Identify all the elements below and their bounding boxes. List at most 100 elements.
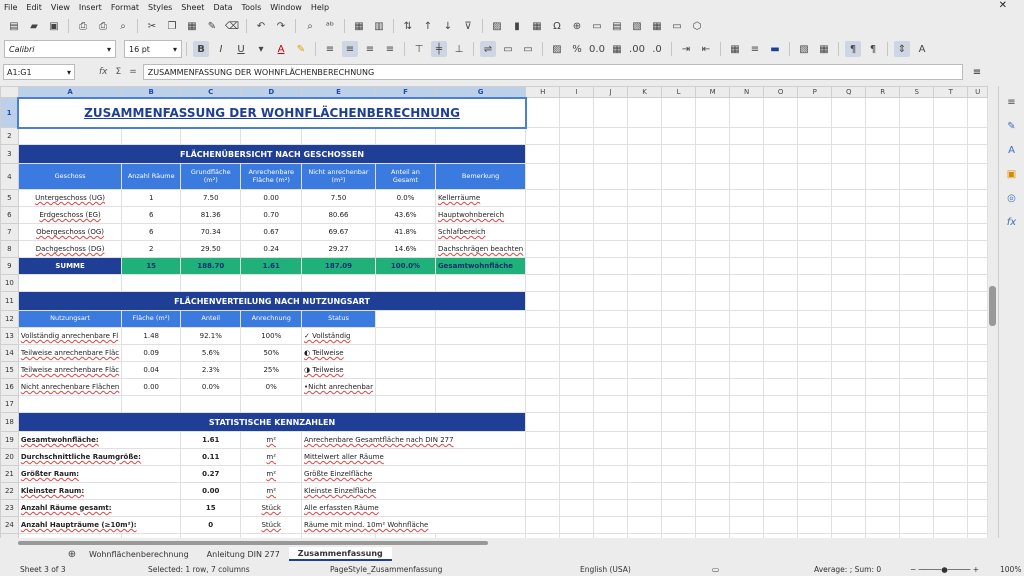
empty-cell[interactable] bbox=[240, 274, 303, 292]
empty-cell[interactable] bbox=[933, 127, 969, 145]
col-header-r[interactable]: R bbox=[865, 86, 901, 98]
empty-cell[interactable] bbox=[797, 378, 833, 396]
decrease-indent-icon[interactable]: ⇤ bbox=[698, 41, 714, 57]
data-cell[interactable]: 43.6% bbox=[374, 206, 436, 224]
col-header-n[interactable]: N bbox=[729, 86, 765, 98]
empty-cell[interactable] bbox=[434, 533, 527, 538]
row-header[interactable]: 24 bbox=[0, 516, 19, 534]
col-header-c[interactable]: C bbox=[180, 86, 242, 98]
empty-cell[interactable] bbox=[831, 344, 867, 362]
empty-cell[interactable] bbox=[729, 448, 765, 466]
empty-cell[interactable] bbox=[240, 395, 303, 413]
empty-cell[interactable] bbox=[661, 274, 697, 292]
empty-cell[interactable] bbox=[831, 223, 867, 241]
empty-cell[interactable] bbox=[559, 344, 595, 362]
empty-cell[interactable] bbox=[661, 144, 697, 164]
section-header-floors[interactable]: FLÄCHENÜBERSICHT NACH GESCHOSSEN bbox=[17, 144, 527, 164]
empty-cell[interactable] bbox=[797, 274, 833, 292]
currency-icon[interactable]: ▨ bbox=[549, 41, 565, 57]
data-cell[interactable]: Teilweise anrechenbare Fläc bbox=[17, 361, 123, 379]
empty-cell[interactable] bbox=[797, 144, 833, 164]
menu-window[interactable]: Window bbox=[270, 3, 302, 12]
empty-cell[interactable] bbox=[695, 482, 731, 500]
row-header[interactable]: 23 bbox=[0, 499, 19, 517]
empty-cell[interactable] bbox=[729, 206, 765, 224]
chart-icon[interactable]: ▮ bbox=[509, 18, 525, 34]
empty-cell[interactable] bbox=[763, 465, 799, 483]
save-icon[interactable]: ▣ bbox=[46, 18, 62, 34]
empty-cell[interactable] bbox=[831, 240, 867, 258]
empty-cell[interactable] bbox=[831, 97, 867, 128]
empty-cell[interactable] bbox=[661, 344, 697, 362]
empty-cell[interactable] bbox=[933, 412, 969, 432]
row-header[interactable]: 6 bbox=[0, 206, 19, 224]
empty-cell[interactable] bbox=[593, 97, 629, 128]
select-all-corner[interactable] bbox=[0, 86, 19, 98]
empty-cell[interactable] bbox=[797, 257, 833, 275]
data-cell[interactable]: 0.00 bbox=[121, 378, 182, 396]
data-cell[interactable]: Vollständig anrechenbare Fl bbox=[17, 327, 123, 345]
empty-cell[interactable] bbox=[301, 274, 376, 292]
empty-cell[interactable] bbox=[967, 163, 988, 190]
empty-cell[interactable] bbox=[797, 310, 833, 328]
empty-cell[interactable] bbox=[593, 395, 629, 413]
empty-cell[interactable] bbox=[121, 127, 182, 145]
print-icon[interactable]: ⎙ bbox=[95, 18, 111, 34]
increase-indent-icon[interactable]: ⇥ bbox=[678, 41, 694, 57]
align-top-icon[interactable]: ⊤ bbox=[411, 41, 427, 57]
empty-cell[interactable] bbox=[933, 189, 969, 207]
align-justify-icon[interactable]: ≡ bbox=[382, 41, 398, 57]
empty-cell[interactable] bbox=[729, 291, 765, 311]
empty-cell[interactable] bbox=[763, 516, 799, 534]
empty-cell[interactable] bbox=[121, 533, 182, 538]
row-header[interactable]: 15 bbox=[0, 361, 19, 379]
empty-cell[interactable] bbox=[729, 240, 765, 258]
empty-cell[interactable] bbox=[865, 482, 901, 500]
empty-cell[interactable] bbox=[899, 163, 935, 190]
empty-cell[interactable] bbox=[831, 516, 867, 534]
stat-value-cell[interactable]: 0.00 bbox=[180, 482, 242, 500]
empty-cell[interactable] bbox=[967, 361, 988, 379]
font-name-box[interactable]: Calibri ▾ bbox=[4, 40, 116, 58]
menu-tools[interactable]: Tools bbox=[242, 3, 262, 12]
empty-cell[interactable] bbox=[627, 395, 663, 413]
empty-cell[interactable] bbox=[180, 395, 242, 413]
empty-cell[interactable] bbox=[695, 310, 731, 328]
empty-cell[interactable] bbox=[627, 378, 663, 396]
empty-cell[interactable] bbox=[831, 206, 867, 224]
empty-cell[interactable] bbox=[729, 163, 765, 190]
empty-cell[interactable] bbox=[899, 274, 935, 292]
sum-cell[interactable]: 188.70 bbox=[180, 257, 242, 275]
empty-cell[interactable] bbox=[434, 310, 527, 328]
empty-cell[interactable] bbox=[831, 144, 867, 164]
empty-cell[interactable] bbox=[729, 431, 765, 449]
redo-icon[interactable]: ↷ bbox=[273, 18, 289, 34]
col-header-d[interactable]: D bbox=[240, 86, 303, 98]
empty-cell[interactable] bbox=[559, 310, 595, 328]
empty-cell[interactable] bbox=[729, 361, 765, 379]
empty-cell[interactable] bbox=[661, 257, 697, 275]
empty-cell[interactable] bbox=[661, 516, 697, 534]
data-cell[interactable]: 0.04 bbox=[121, 361, 182, 379]
empty-cell[interactable] bbox=[967, 144, 988, 164]
row-header[interactable]: 12 bbox=[0, 310, 19, 328]
empty-cell[interactable] bbox=[933, 361, 969, 379]
sort-ascending-icon[interactable]: ↑ bbox=[420, 18, 436, 34]
row-header[interactable]: 17 bbox=[0, 395, 19, 413]
empty-cell[interactable] bbox=[627, 274, 663, 292]
stat-description-cell[interactable]: Größte Einzelfläche bbox=[301, 465, 527, 483]
empty-cell[interactable] bbox=[695, 291, 731, 311]
empty-cell[interactable] bbox=[899, 291, 935, 311]
empty-cell[interactable] bbox=[180, 274, 242, 292]
empty-cell[interactable] bbox=[729, 257, 765, 275]
empty-cell[interactable] bbox=[661, 482, 697, 500]
empty-cell[interactable] bbox=[933, 163, 969, 190]
empty-cell[interactable] bbox=[729, 516, 765, 534]
empty-cell[interactable] bbox=[797, 448, 833, 466]
empty-cell[interactable] bbox=[967, 127, 988, 145]
menu-edit[interactable]: Edit bbox=[26, 3, 42, 12]
empty-cell[interactable] bbox=[593, 144, 629, 164]
empty-cell[interactable] bbox=[865, 310, 901, 328]
data-cell[interactable]: ✓ Vollständig bbox=[301, 327, 376, 345]
empty-cell[interactable] bbox=[729, 378, 765, 396]
